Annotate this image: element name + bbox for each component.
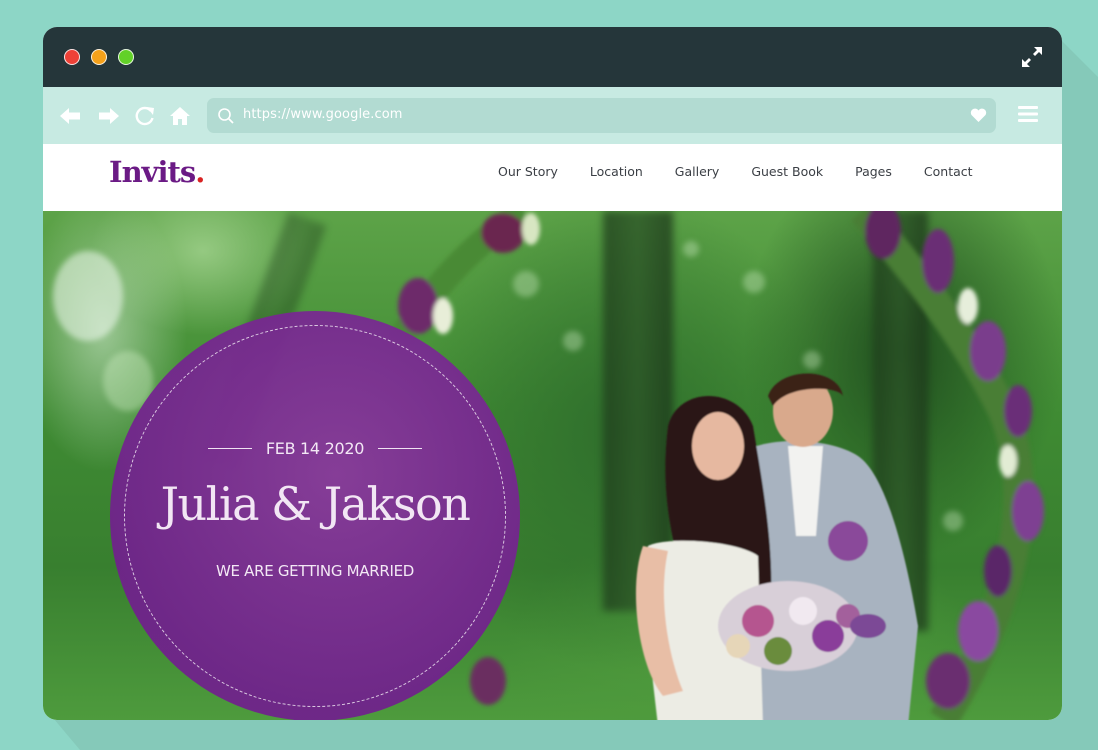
minimize-window-button[interactable]: [91, 49, 107, 65]
address-bar[interactable]: https://www.google.com: [207, 98, 996, 133]
couple-photo: [635, 373, 918, 720]
hamburger-menu-icon[interactable]: [1018, 105, 1038, 123]
home-icon[interactable]: [169, 105, 191, 127]
url-text[interactable]: https://www.google.com: [243, 107, 403, 122]
main-nav: Our Story Location Gallery Guest Book Pa…: [498, 164, 1005, 179]
nav-contact[interactable]: Contact: [924, 164, 973, 179]
wedding-date: FEB 14 2020: [265, 439, 365, 458]
divider-line-right: [378, 447, 423, 450]
nav-gallery[interactable]: Gallery: [675, 164, 720, 179]
nav-location[interactable]: Location: [590, 164, 643, 179]
browser-window: https://www.google.com Invits. Our Story…: [43, 27, 1062, 720]
site-logo[interactable]: Invits.: [109, 155, 205, 189]
hero-banner: FEB 14 2020 Julia & Jakson WE ARE GETTIN…: [43, 211, 1062, 720]
search-icon: [218, 108, 234, 124]
site-header: Invits. Our Story Location Gallery Guest…: [43, 144, 1062, 211]
expand-arrows-icon[interactable]: [1020, 45, 1044, 69]
logo-dot: .: [195, 155, 205, 189]
back-arrow-icon[interactable]: [59, 105, 81, 127]
maximize-window-button[interactable]: [118, 49, 134, 65]
date-row: FEB 14 2020: [110, 439, 520, 458]
reload-icon[interactable]: [134, 105, 156, 127]
nav-our-story[interactable]: Our Story: [498, 164, 558, 179]
heart-icon[interactable]: [970, 108, 987, 123]
browser-titlebar: [43, 27, 1062, 87]
forward-arrow-icon[interactable]: [98, 105, 120, 127]
nav-pages[interactable]: Pages: [855, 164, 892, 179]
divider-line-left: [207, 447, 252, 450]
couple-names: Julia & Jakson: [160, 477, 471, 531]
logo-text: Invits: [109, 155, 196, 189]
close-window-button[interactable]: [64, 49, 80, 65]
wedding-announcement-badge: FEB 14 2020 Julia & Jakson WE ARE GETTIN…: [110, 311, 520, 720]
tagline: WE ARE GETTING MARRIED: [215, 562, 415, 580]
browser-toolbar: https://www.google.com: [43, 87, 1062, 144]
nav-guest-book[interactable]: Guest Book: [751, 164, 823, 179]
